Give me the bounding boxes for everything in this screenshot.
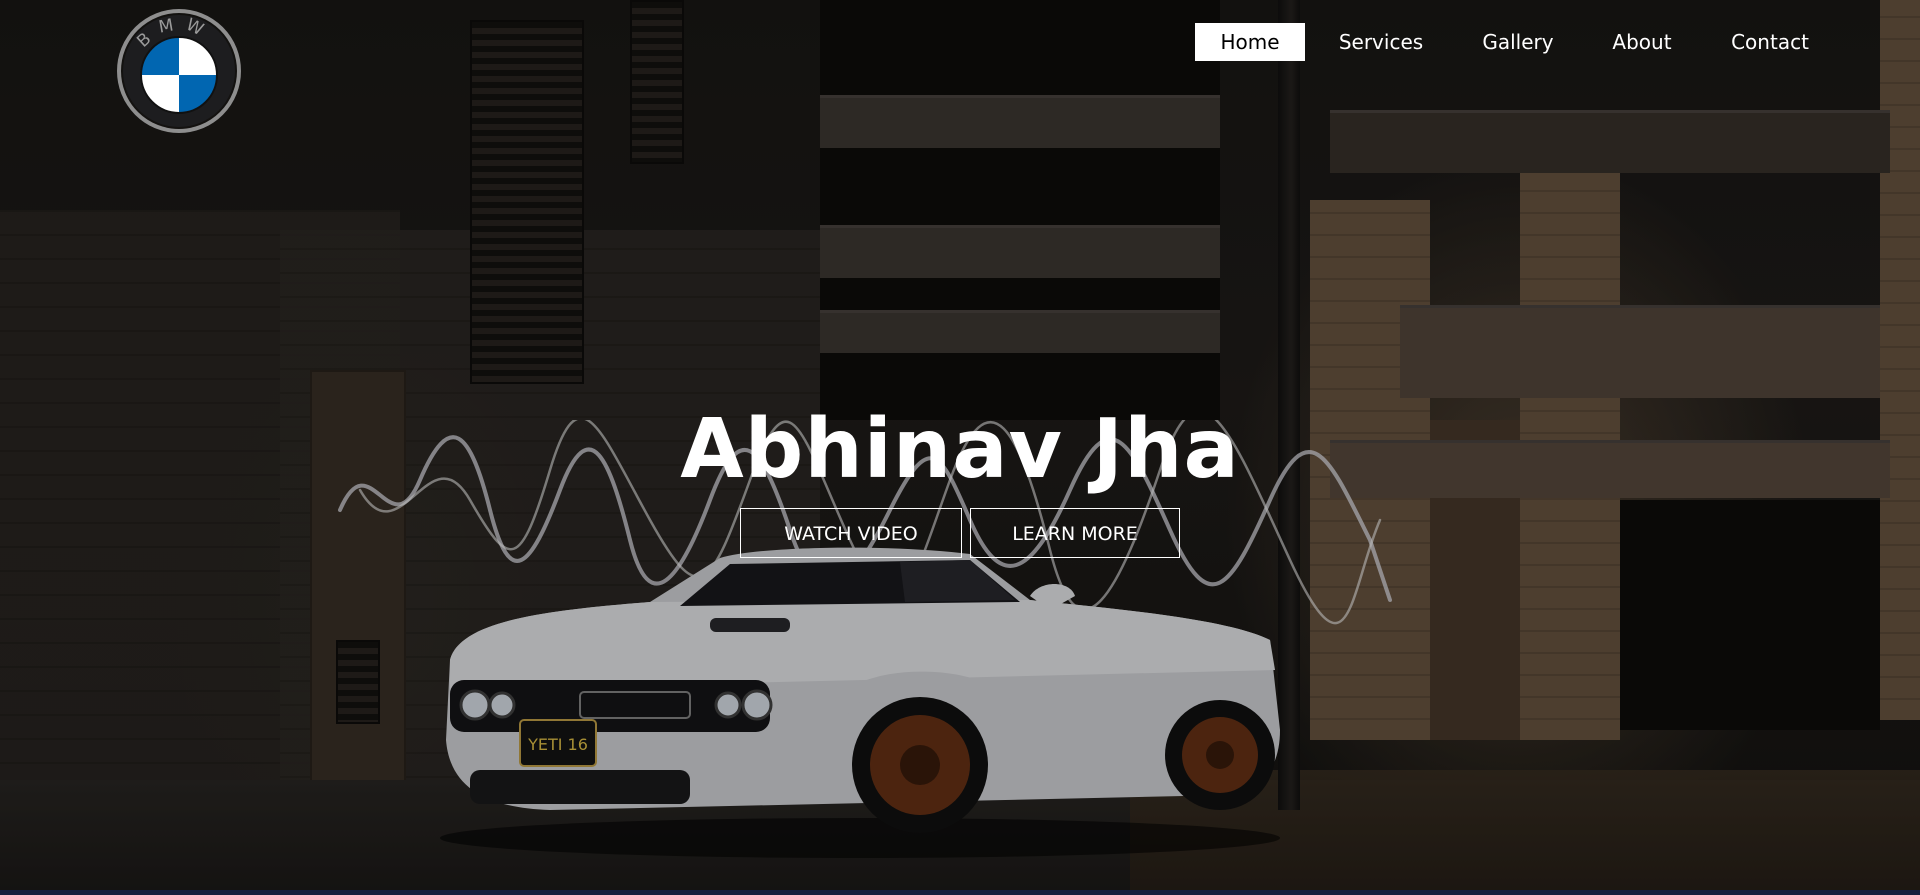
nav-item-contact[interactable]: Contact: [1722, 23, 1818, 61]
hero-title: Abhinav Jha: [680, 402, 1240, 497]
bmw-logo-icon[interactable]: BMW: [116, 8, 242, 134]
nav-item-about[interactable]: About: [1602, 23, 1682, 61]
nav-item-services[interactable]: Services: [1330, 23, 1432, 61]
nav-item-gallery[interactable]: Gallery: [1472, 23, 1564, 61]
learn-more-button[interactable]: LEARN MORE: [970, 508, 1180, 558]
watch-video-button[interactable]: WATCH VIDEO: [740, 508, 962, 558]
bottom-accent-bar: [0, 890, 1920, 895]
nav-item-home[interactable]: Home: [1195, 23, 1305, 61]
